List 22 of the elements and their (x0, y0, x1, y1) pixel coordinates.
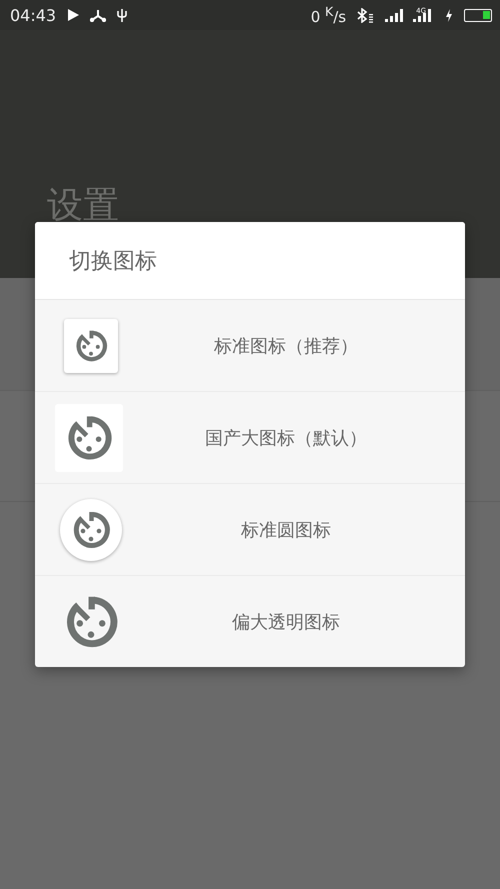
dialog-title: 切换图标 (35, 222, 465, 300)
app-icon (55, 404, 123, 472)
page-title: 设置 (47, 188, 119, 224)
option-label: 国产大图标（默认） (204, 426, 368, 450)
icon-option[interactable]: 偏大透明图标 (35, 576, 465, 667)
icon-option[interactable]: 标准图标（推荐） (35, 300, 465, 392)
option-label: 标准圆图标 (240, 518, 332, 542)
option-label: 偏大透明图标 (231, 610, 341, 634)
app-icon (64, 318, 118, 372)
app-icon (60, 498, 122, 560)
share-icon (90, 8, 106, 22)
option-label: 标准图标（推荐） (213, 334, 359, 358)
play-icon (66, 8, 80, 22)
status-time: 04:43 (10, 6, 56, 24)
battery-icon (464, 8, 492, 22)
signal-icon (412, 8, 434, 22)
charging-icon (444, 8, 454, 22)
bluetooth-icon (356, 8, 374, 22)
network-speed: 0 $^{K}$/s (310, 4, 346, 26)
icon-option[interactable]: 标准圆图标 (35, 484, 465, 576)
usb-icon (116, 8, 128, 22)
icon-option[interactable]: 国产大图标（默认） (35, 392, 465, 484)
